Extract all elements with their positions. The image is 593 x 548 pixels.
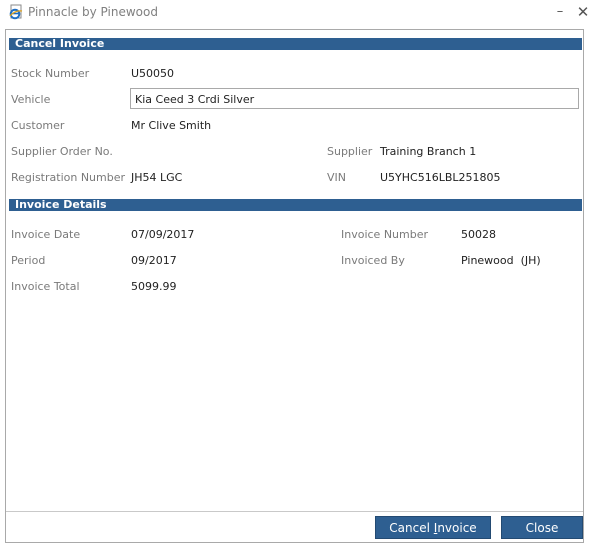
invoice-details-section-title: Invoice Details [15, 198, 107, 211]
footer-divider [6, 511, 583, 512]
stock-number-value: U50050 [131, 67, 175, 80]
cancel-invoice-button[interactable]: Cancel Invoice [375, 516, 491, 539]
invoice-total-value: 5099.99 [131, 280, 177, 293]
customer-label: Customer [11, 119, 65, 132]
vin-label: VIN [327, 171, 346, 184]
stock-number-label: Stock Number [11, 67, 90, 80]
minimize-button[interactable]: – [548, 2, 572, 22]
supplier-label: Supplier [327, 145, 373, 158]
dialog-window: Pinnacle by Pinewood – ✕ Cancel Invoice … [0, 0, 593, 548]
cancel-invoice-section-title: Cancel Invoice [15, 37, 105, 50]
title-bar[interactable]: Pinnacle by Pinewood – ✕ [0, 0, 593, 26]
registration-number-label: Registration Number [11, 171, 126, 184]
period-label: Period [11, 254, 46, 267]
cancel-invoice-button-label: Cancel [389, 521, 434, 535]
close-window-button[interactable]: ✕ [571, 2, 593, 22]
cancel-invoice-section-header: Cancel Invoice [9, 37, 582, 50]
invoice-details-section-header: Invoice Details [9, 198, 582, 211]
browser-app-icon [8, 4, 24, 20]
invoice-date-label: Invoice Date [11, 228, 81, 241]
cancel-invoice-button-label-rest: nvoice [437, 521, 477, 535]
invoiced-by-value: Pinewood (JH) [461, 254, 541, 267]
invoice-date-value: 07/09/2017 [131, 228, 195, 241]
supplier-value: Training Branch 1 [380, 145, 477, 158]
registration-number-value: JH54 LGC [131, 171, 183, 184]
invoiced-by-label: Invoiced By [341, 254, 405, 267]
customer-value: Mr Clive Smith [131, 119, 212, 132]
vin-value: U5YHC516LBL251805 [380, 171, 501, 184]
close-button[interactable]: Close [501, 516, 583, 539]
vehicle-field[interactable]: Kia Ceed 3 Crdi Silver [130, 88, 579, 109]
supplier-order-label: Supplier Order No. [11, 145, 113, 158]
vehicle-field-value: Kia Ceed 3 Crdi Silver [135, 93, 255, 106]
invoice-number-value: 50028 [461, 228, 496, 241]
invoice-number-label: Invoice Number [341, 228, 429, 241]
window-title: Pinnacle by Pinewood [28, 5, 158, 19]
invoice-total-label: Invoice Total [11, 280, 80, 293]
period-value: 09/2017 [131, 254, 177, 267]
vehicle-label: Vehicle [11, 93, 51, 106]
